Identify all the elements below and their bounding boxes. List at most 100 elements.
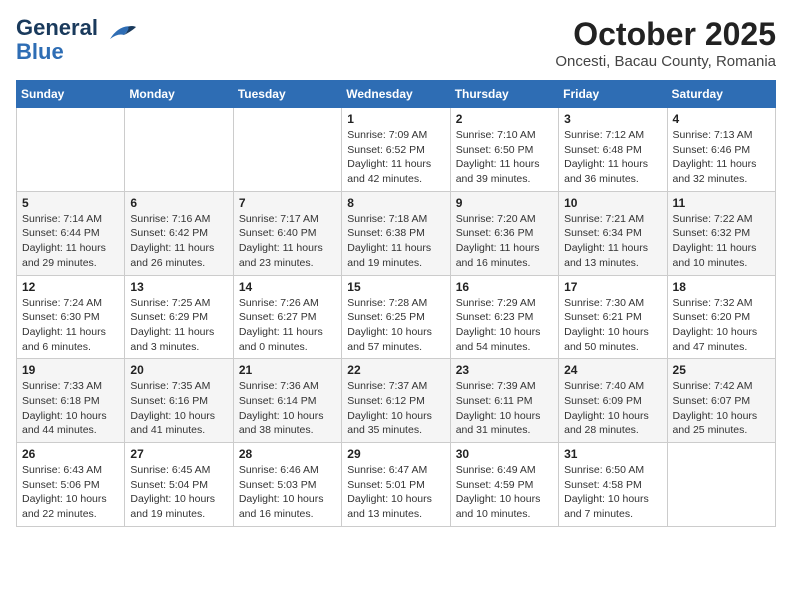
calendar-cell: 1 Sunrise: 7:09 AM Sunset: 6:52 PM Daylig…: [342, 108, 450, 192]
calendar-week-row: 19 Sunrise: 7:33 AM Sunset: 6:18 PM Dayli…: [17, 359, 776, 443]
day-number: 18: [673, 280, 770, 294]
day-number: 4: [673, 112, 770, 126]
day-info: Sunrise: 7:37 AM Sunset: 6:12 PM Dayligh…: [347, 379, 444, 438]
day-number: 30: [456, 447, 553, 461]
page-header: General Blue October 2025 Oncesti, Bacau…: [16, 16, 776, 70]
day-number: 29: [347, 447, 444, 461]
day-number: 8: [347, 196, 444, 210]
day-number: 17: [564, 280, 661, 294]
day-number: 22: [347, 363, 444, 377]
day-info: Sunrise: 7:21 AM Sunset: 6:34 PM Dayligh…: [564, 212, 661, 271]
day-info: Sunrise: 7:36 AM Sunset: 6:14 PM Dayligh…: [239, 379, 336, 438]
day-number: 26: [22, 447, 119, 461]
day-number: 14: [239, 280, 336, 294]
calendar-cell: 30 Sunrise: 6:49 AM Sunset: 4:59 PM Dayli…: [450, 443, 558, 527]
day-number: 19: [22, 363, 119, 377]
calendar-cell: 5 Sunrise: 7:14 AM Sunset: 6:44 PM Daylig…: [17, 191, 125, 275]
day-number: 24: [564, 363, 661, 377]
weekday-header: Friday: [559, 81, 667, 108]
weekday-header: Monday: [125, 81, 233, 108]
calendar-cell: 22 Sunrise: 7:37 AM Sunset: 6:12 PM Dayli…: [342, 359, 450, 443]
day-number: 20: [130, 363, 227, 377]
weekday-header: Thursday: [450, 81, 558, 108]
calendar-week-row: 12Sunrise: 7:24 AM Sunset: 6:30 PM Dayli…: [17, 275, 776, 359]
day-number: 9: [456, 196, 553, 210]
day-info: Sunrise: 7:17 AM Sunset: 6:40 PM Dayligh…: [239, 212, 336, 271]
day-number: 12: [22, 280, 119, 294]
calendar-cell: 12Sunrise: 7:24 AM Sunset: 6:30 PM Dayli…: [17, 275, 125, 359]
day-info: Sunrise: 7:29 AM Sunset: 6:23 PM Dayligh…: [456, 296, 553, 355]
calendar-cell: 11Sunrise: 7:22 AM Sunset: 6:32 PM Dayli…: [667, 191, 775, 275]
day-info: Sunrise: 7:32 AM Sunset: 6:20 PM Dayligh…: [673, 296, 770, 355]
calendar-cell: [125, 108, 233, 192]
weekday-header: Sunday: [17, 81, 125, 108]
day-info: Sunrise: 6:45 AM Sunset: 5:04 PM Dayligh…: [130, 463, 227, 522]
day-number: 25: [673, 363, 770, 377]
day-number: 16: [456, 280, 553, 294]
calendar-week-row: 5 Sunrise: 7:14 AM Sunset: 6:44 PM Daylig…: [17, 191, 776, 275]
logo-text: General Blue: [16, 15, 130, 64]
calendar-cell: 16 Sunrise: 7:29 AM Sunset: 6:23 PM Dayli…: [450, 275, 558, 359]
calendar-cell: [233, 108, 341, 192]
day-info: Sunrise: 6:47 AM Sunset: 5:01 PM Dayligh…: [347, 463, 444, 522]
calendar-cell: 6Sunrise: 7:16 AM Sunset: 6:42 PM Daylig…: [125, 191, 233, 275]
day-info: Sunrise: 7:10 AM Sunset: 6:50 PM Dayligh…: [456, 128, 553, 187]
calendar-cell: 31Sunrise: 6:50 AM Sunset: 4:58 PM Dayli…: [559, 443, 667, 527]
calendar-cell: 20 Sunrise: 7:35 AM Sunset: 6:16 PM Dayli…: [125, 359, 233, 443]
calendar-cell: [667, 443, 775, 527]
day-number: 27: [130, 447, 227, 461]
title-block: October 2025 Oncesti, Bacau County, Roma…: [555, 16, 776, 70]
day-number: 28: [239, 447, 336, 461]
calendar-cell: 13 Sunrise: 7:25 AM Sunset: 6:29 PM Dayli…: [125, 275, 233, 359]
day-number: 3: [564, 112, 661, 126]
calendar-week-row: 1 Sunrise: 7:09 AM Sunset: 6:52 PM Daylig…: [17, 108, 776, 192]
day-info: Sunrise: 7:12 AM Sunset: 6:48 PM Dayligh…: [564, 128, 661, 187]
day-info: Sunrise: 7:25 AM Sunset: 6:29 PM Dayligh…: [130, 296, 227, 355]
day-number: 15: [347, 280, 444, 294]
day-info: Sunrise: 6:43 AM Sunset: 5:06 PM Dayligh…: [22, 463, 119, 522]
day-number: 6: [130, 196, 227, 210]
calendar-week-row: 26 Sunrise: 6:43 AM Sunset: 5:06 PM Dayli…: [17, 443, 776, 527]
day-info: Sunrise: 7:30 AM Sunset: 6:21 PM Dayligh…: [564, 296, 661, 355]
day-info: Sunrise: 6:46 AM Sunset: 5:03 PM Dayligh…: [239, 463, 336, 522]
day-info: Sunrise: 7:09 AM Sunset: 6:52 PM Dayligh…: [347, 128, 444, 187]
calendar-cell: 23 Sunrise: 7:39 AM Sunset: 6:11 PM Dayli…: [450, 359, 558, 443]
day-info: Sunrise: 7:26 AM Sunset: 6:27 PM Dayligh…: [239, 296, 336, 355]
day-info: Sunrise: 7:22 AM Sunset: 6:32 PM Dayligh…: [673, 212, 770, 271]
calendar-cell: 25 Sunrise: 7:42 AM Sunset: 6:07 PM Dayli…: [667, 359, 775, 443]
calendar-cell: 18 Sunrise: 7:32 AM Sunset: 6:20 PM Dayli…: [667, 275, 775, 359]
day-info: Sunrise: 7:18 AM Sunset: 6:38 PM Dayligh…: [347, 212, 444, 271]
calendar-cell: 2Sunrise: 7:10 AM Sunset: 6:50 PM Daylig…: [450, 108, 558, 192]
calendar-cell: 9Sunrise: 7:20 AM Sunset: 6:36 PM Daylig…: [450, 191, 558, 275]
logo: General Blue: [16, 16, 130, 64]
calendar-cell: 8 Sunrise: 7:18 AM Sunset: 6:38 PM Daylig…: [342, 191, 450, 275]
calendar-cell: 21Sunrise: 7:36 AM Sunset: 6:14 PM Dayli…: [233, 359, 341, 443]
calendar-cell: 7Sunrise: 7:17 AM Sunset: 6:40 PM Daylig…: [233, 191, 341, 275]
day-info: Sunrise: 7:40 AM Sunset: 6:09 PM Dayligh…: [564, 379, 661, 438]
day-number: 1: [347, 112, 444, 126]
day-number: 5: [22, 196, 119, 210]
day-number: 23: [456, 363, 553, 377]
location: Oncesti, Bacau County, Romania: [555, 53, 776, 70]
day-info: Sunrise: 7:33 AM Sunset: 6:18 PM Dayligh…: [22, 379, 119, 438]
day-info: Sunrise: 7:28 AM Sunset: 6:25 PM Dayligh…: [347, 296, 444, 355]
day-info: Sunrise: 7:42 AM Sunset: 6:07 PM Dayligh…: [673, 379, 770, 438]
calendar-cell: 28 Sunrise: 6:46 AM Sunset: 5:03 PM Dayli…: [233, 443, 341, 527]
weekday-header: Saturday: [667, 81, 775, 108]
calendar-cell: 10Sunrise: 7:21 AM Sunset: 6:34 PM Dayli…: [559, 191, 667, 275]
calendar-cell: 14 Sunrise: 7:26 AM Sunset: 6:27 PM Dayli…: [233, 275, 341, 359]
day-info: Sunrise: 7:35 AM Sunset: 6:16 PM Dayligh…: [130, 379, 227, 438]
day-info: Sunrise: 7:14 AM Sunset: 6:44 PM Dayligh…: [22, 212, 119, 271]
calendar-cell: 24 Sunrise: 7:40 AM Sunset: 6:09 PM Dayli…: [559, 359, 667, 443]
calendar-table: SundayMondayTuesdayWednesdayThursdayFrid…: [16, 80, 776, 527]
calendar-cell: 15 Sunrise: 7:28 AM Sunset: 6:25 PM Dayli…: [342, 275, 450, 359]
day-info: Sunrise: 7:39 AM Sunset: 6:11 PM Dayligh…: [456, 379, 553, 438]
calendar-cell: 19 Sunrise: 7:33 AM Sunset: 6:18 PM Dayli…: [17, 359, 125, 443]
day-number: 13: [130, 280, 227, 294]
day-info: Sunrise: 6:49 AM Sunset: 4:59 PM Dayligh…: [456, 463, 553, 522]
weekday-header-row: SundayMondayTuesdayWednesdayThursdayFrid…: [17, 81, 776, 108]
calendar-cell: [17, 108, 125, 192]
calendar-cell: 3 Sunrise: 7:12 AM Sunset: 6:48 PM Daylig…: [559, 108, 667, 192]
month-title: October 2025: [555, 16, 776, 53]
calendar-cell: 17 Sunrise: 7:30 AM Sunset: 6:21 PM Dayli…: [559, 275, 667, 359]
